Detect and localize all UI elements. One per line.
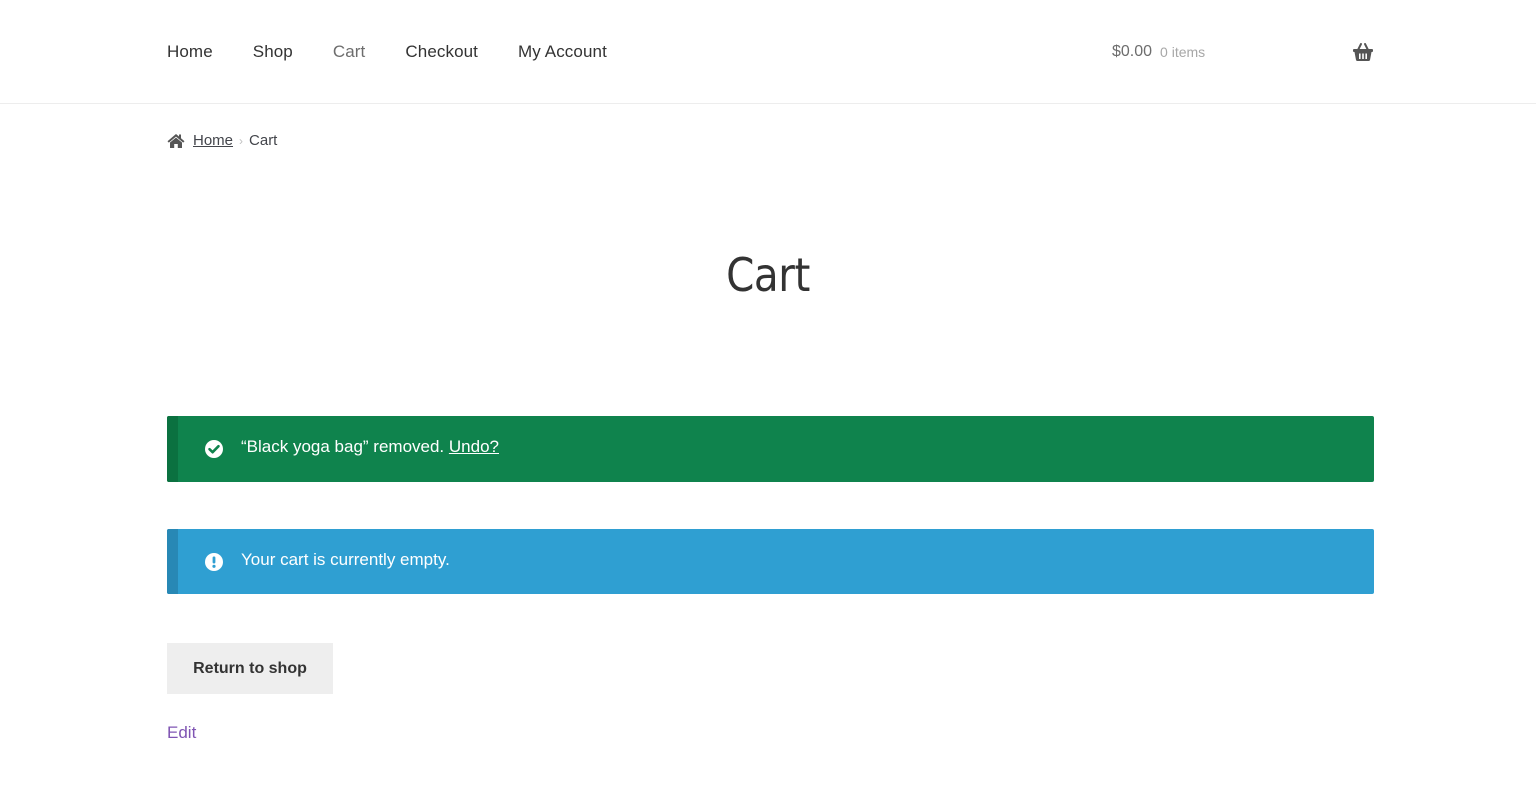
- notice-accent-bar: [167, 416, 178, 482]
- primary-navigation: Home Shop Cart Checkout My Account: [167, 42, 647, 62]
- breadcrumb-separator: ›: [239, 133, 244, 148]
- home-icon: [167, 133, 185, 149]
- header-cart[interactable]: $0.00 0 items: [1112, 42, 1374, 62]
- notice-accent-bar: [167, 529, 178, 594]
- exclamation-circle-icon: [204, 552, 224, 572]
- nav-checkout[interactable]: Checkout: [405, 42, 478, 62]
- site-header: Home Shop Cart Checkout My Account $0.00…: [0, 0, 1536, 104]
- return-to-shop-button[interactable]: Return to shop: [167, 643, 333, 694]
- cart-item-count: 0 items: [1160, 43, 1206, 60]
- basket-icon[interactable]: [1352, 42, 1374, 62]
- check-circle-icon: [204, 439, 224, 459]
- breadcrumb-current: Cart: [249, 132, 278, 149]
- success-notice: “Black yoga bag” removed. Undo?: [167, 416, 1374, 482]
- undo-link[interactable]: Undo?: [449, 437, 499, 456]
- info-notice: Your cart is currently empty.: [167, 529, 1374, 594]
- success-message-text: “Black yoga bag” removed.: [241, 437, 449, 456]
- breadcrumb: Home › Cart: [167, 132, 277, 149]
- nav-home[interactable]: Home: [167, 42, 213, 62]
- nav-cart[interactable]: Cart: [333, 42, 366, 62]
- nav-shop[interactable]: Shop: [253, 42, 293, 62]
- cart-amount: $0.00: [1112, 42, 1153, 60]
- nav-my-account[interactable]: My Account: [518, 42, 607, 62]
- edit-link[interactable]: Edit: [167, 723, 196, 743]
- page-title: Cart: [726, 248, 810, 302]
- success-message: “Black yoga bag” removed. Undo?: [241, 437, 499, 457]
- info-message: Your cart is currently empty.: [241, 550, 450, 569]
- breadcrumb-home-link[interactable]: Home: [193, 132, 233, 149]
